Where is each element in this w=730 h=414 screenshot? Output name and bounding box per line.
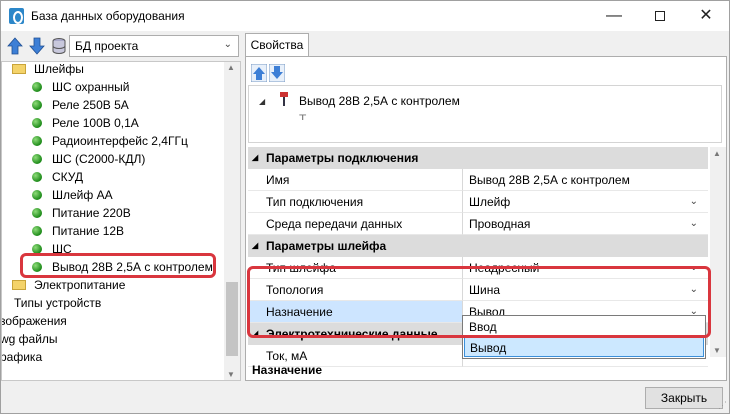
arrow-up-icon[interactable] — [251, 64, 267, 82]
property-value-select[interactable]: Проводная ⌄ — [462, 213, 708, 235]
tree-item-label: Реле 250В 5А — [52, 98, 129, 112]
app-icon — [9, 8, 24, 24]
device-dot-icon — [32, 262, 42, 272]
property-name: Тип подключения — [248, 191, 462, 213]
device-dot-icon — [32, 226, 42, 236]
chevron-down-icon: ⌄ — [223, 39, 232, 50]
tree-item-label: Реле 100В 0,1А — [52, 116, 139, 130]
property-row-name[interactable]: Имя Вывод 28В 2,5А с контролем — [248, 169, 708, 191]
description-title: Назначение — [252, 363, 323, 377]
tree-item-label: Радиоинтерфейс 2,4ГГц — [52, 134, 188, 148]
scroll-down-icon[interactable]: ▼ — [227, 370, 235, 379]
purpose-highlight-box — [247, 266, 711, 338]
device-dot-icon — [32, 136, 42, 146]
device-dot-icon — [32, 100, 42, 110]
arrow-down-icon[interactable] — [29, 37, 45, 55]
tree-item-label: Электропитание — [34, 278, 126, 292]
scroll-up-icon[interactable]: ▲ — [713, 149, 721, 158]
device-dot-icon — [32, 208, 42, 218]
close-button[interactable]: Закрыть — [645, 387, 723, 409]
maximize-button[interactable] — [637, 1, 683, 31]
description-panel: Назначение — [248, 363, 724, 379]
equipment-db-window: База данных оборудования — ✕ БД проекта … — [0, 0, 730, 414]
tree-item-label: рафика — [1, 350, 43, 364]
property-value[interactable]: Вывод 28В 2,5А с контролем — [462, 169, 708, 191]
properties-toolbar — [251, 62, 291, 84]
collapse-triangle-icon: ◢ — [252, 153, 259, 162]
chevron-down-icon: ⌄ — [689, 218, 698, 229]
property-value: Проводная — [469, 217, 531, 231]
tree-item-label: Вывод 28В 2,5А с контролем — [52, 260, 213, 274]
collapse-triangle-icon: ◢ — [252, 241, 259, 250]
scroll-down-icon[interactable]: ▼ — [713, 346, 721, 355]
equipment-tree: Шлейфы ШС охранный Реле 250В 5А Реле 100… — [1, 61, 241, 381]
device-dot-icon — [32, 118, 42, 128]
tree-item-label: ШС (С2000-КДЛ) — [52, 152, 146, 166]
tree-item-label: Шлейфы — [34, 62, 84, 76]
tree-item-label: Питание 220В — [52, 206, 131, 220]
scroll-up-icon[interactable]: ▲ — [227, 63, 235, 72]
window-title: База данных оборудования — [31, 9, 185, 23]
property-grid-scrollbar[interactable]: ▲ ▼ — [710, 147, 726, 357]
output-device-icon — [280, 92, 288, 106]
device-dot-icon — [32, 82, 42, 92]
tree-item-label: ШС охранный — [52, 80, 130, 94]
resize-grip-icon[interactable]: ⋰ — [718, 400, 727, 411]
property-value-select[interactable]: Шлейф ⌄ — [462, 191, 708, 213]
device-dot-icon — [32, 172, 42, 182]
database-icon[interactable] — [51, 37, 67, 55]
category-label: Параметры подключения — [266, 151, 419, 165]
tab-properties[interactable]: Свойства — [245, 33, 309, 57]
folder-icon — [12, 64, 26, 74]
property-name: Среда передачи данных — [248, 213, 462, 235]
arrow-up-icon[interactable] — [7, 37, 23, 55]
left-pane: БД проекта ⌄ Шлейфы ШС охранный Реле 250… — [1, 31, 241, 381]
property-name: Имя — [248, 169, 462, 191]
device-dot-icon — [32, 154, 42, 164]
property-row-connection-type[interactable]: Тип подключения Шлейф ⌄ — [248, 191, 708, 213]
close-window-button[interactable]: ✕ — [683, 1, 729, 31]
tree-item-label: Шлейф АА — [52, 188, 113, 202]
property-value: Шлейф — [469, 195, 511, 209]
tree-item-label: Типы устройств — [14, 296, 102, 310]
property-row-medium[interactable]: Среда передачи данных Проводная ⌄ — [248, 213, 708, 235]
collapse-triangle-icon[interactable]: ◢ — [259, 97, 265, 106]
database-select[interactable]: БД проекта ⌄ — [69, 35, 239, 57]
maximize-icon — [655, 10, 665, 21]
tree-scrollbar[interactable]: ▲ ▼ — [224, 62, 240, 380]
title-bar: База данных оборудования — ✕ — [1, 1, 729, 31]
dropdown-option-output[interactable]: Вывод — [464, 337, 704, 357]
scroll-thumb[interactable] — [226, 282, 238, 356]
selected-object-header: ◢ Вывод 28В 2,5А с контролем Т . . — [248, 85, 722, 143]
category-loop[interactable]: ◢ Параметры шлейфа — [248, 235, 708, 257]
chevron-down-icon: ⌄ — [689, 196, 698, 207]
tree-item-label: wg файлы — [1, 332, 58, 346]
database-select-value: БД проекта — [75, 39, 139, 53]
tree-item-label: Питание 12В — [52, 224, 125, 238]
right-pane: Свойства ◢ Вывод 28В 2,5А с контролем Т … — [245, 31, 729, 381]
tree-item-label: зображения — [1, 314, 67, 328]
category-label: Параметры шлейфа — [266, 239, 387, 253]
tree-item-label: СКУД — [52, 170, 84, 184]
device-dot-icon — [32, 190, 42, 200]
header-object-label: Вывод 28В 2,5А с контролем — [299, 94, 460, 108]
folder-icon — [12, 280, 26, 290]
arrow-down-icon[interactable] — [269, 64, 285, 82]
category-connection[interactable]: ◢ Параметры подключения — [248, 147, 708, 169]
minimize-button[interactable]: — — [591, 1, 637, 31]
header-sub-label: Т . . — [299, 112, 320, 120]
